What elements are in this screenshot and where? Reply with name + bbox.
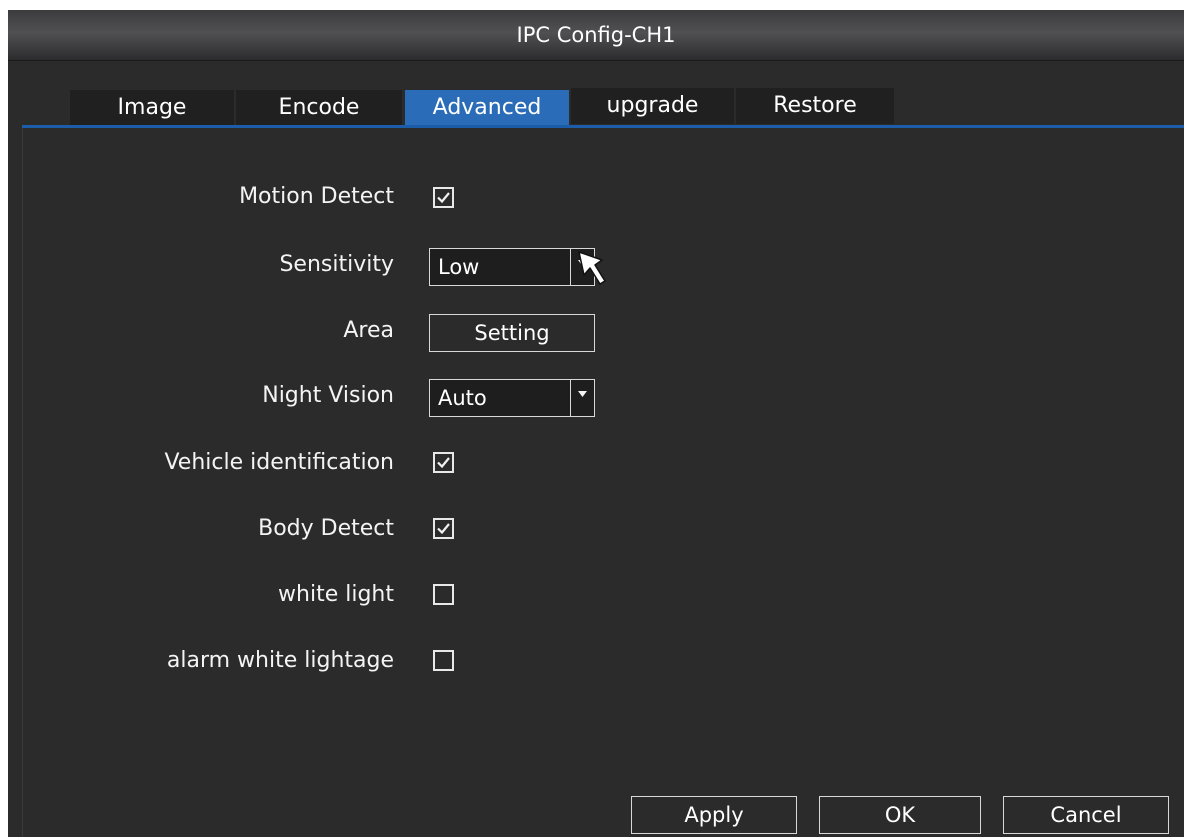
white-light-label: white light xyxy=(278,582,394,607)
tab-upgrade[interactable]: upgrade xyxy=(571,88,734,124)
dropdown-arrow-icon[interactable] xyxy=(570,380,594,416)
body-detect-label: Body Detect xyxy=(258,516,394,541)
body-detect-checkbox[interactable] xyxy=(433,518,454,539)
advanced-panel: Motion Detect Sensitivity Low Area Setti… xyxy=(22,128,1184,837)
checkmark-icon xyxy=(437,457,450,469)
tab-encode[interactable]: Encode xyxy=(236,90,402,126)
area-setting-button[interactable]: Setting xyxy=(429,314,595,352)
checkmark-icon xyxy=(437,192,450,204)
motion-detect-label: Motion Detect xyxy=(239,184,394,209)
sensitivity-label: Sensitivity xyxy=(279,252,394,277)
ipc-config-window: IPC Config-CH1 Image Encode Advanced upg… xyxy=(8,10,1184,837)
alarm-white-lightage-label: alarm white lightage xyxy=(166,648,394,673)
area-label: Area xyxy=(343,318,394,343)
sensitivity-value: Low xyxy=(438,255,480,279)
checkmark-icon xyxy=(437,523,450,535)
tab-image[interactable]: Image xyxy=(70,90,234,126)
motion-detect-checkbox[interactable] xyxy=(433,187,454,208)
ok-button[interactable]: OK xyxy=(819,796,981,834)
apply-button[interactable]: Apply xyxy=(631,796,797,834)
title-bar: IPC Config-CH1 xyxy=(8,10,1184,61)
white-light-checkbox[interactable] xyxy=(433,584,454,605)
tab-advanced[interactable]: Advanced xyxy=(405,90,569,126)
night-vision-select[interactable]: Auto xyxy=(429,379,595,417)
vehicle-identification-checkbox[interactable] xyxy=(433,452,454,473)
night-vision-value: Auto xyxy=(438,386,487,410)
sensitivity-select[interactable]: Low xyxy=(429,248,595,286)
window-title: IPC Config-CH1 xyxy=(516,23,676,47)
alarm-white-lightage-checkbox[interactable] xyxy=(433,650,454,671)
cancel-button[interactable]: Cancel xyxy=(1003,796,1169,834)
vehicle-identification-label: Vehicle identification xyxy=(164,450,394,475)
tab-restore[interactable]: Restore xyxy=(736,88,894,124)
night-vision-label: Night Vision xyxy=(262,383,394,408)
mouse-pointer-icon xyxy=(578,251,606,285)
